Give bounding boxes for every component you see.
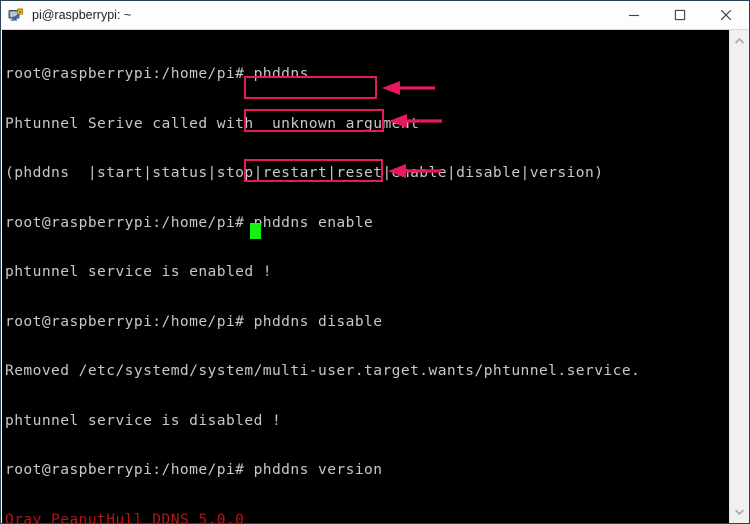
putty-window: pi@raspberrypi: ~ root@raspberrypi:/home… [0, 0, 750, 524]
maximize-button[interactable] [657, 1, 703, 29]
maximize-icon [674, 9, 686, 21]
terminal-line: phtunnel service is enabled ! [5, 263, 272, 280]
title-bar[interactable]: pi@raspberrypi: ~ [1, 1, 749, 30]
terminal-line: root@raspberrypi:/home/pi# phddns enable [5, 213, 374, 231]
terminal-line: (phddns |start|status|stop|restart|reset… [5, 164, 604, 181]
vertical-scrollbar[interactable] [729, 30, 749, 523]
window-title: pi@raspberrypi: ~ [32, 8, 132, 22]
minimize-button[interactable] [611, 1, 657, 29]
putty-icon [8, 7, 26, 25]
chevron-up-icon [734, 32, 745, 50]
minimize-icon [628, 9, 640, 21]
terminal-line: root@raspberrypi:/home/pi# phddns versio… [5, 461, 383, 478]
terminal-line-version: Oray PeanutHull DDNS 5.0.0 [5, 510, 245, 523]
terminal-line: root@raspberrypi:/home/pi# phddns disabl… [5, 312, 383, 330]
terminal-cursor [250, 223, 261, 239]
terminal-line: root@raspberrypi:/home/pi# phddns [5, 65, 309, 82]
terminal-line: Phtunnel Serive called with unknown argu… [5, 114, 420, 132]
terminal-line: Removed /etc/systemd/system/multi-user.t… [5, 362, 641, 379]
scroll-up-button[interactable] [730, 32, 749, 50]
terminal-output: root@raspberrypi:/home/pi# phddns Phtunn… [5, 33, 640, 523]
close-icon [720, 9, 732, 21]
terminal-line: phtunnel service is disabled ! [5, 411, 282, 429]
terminal-screen[interactable]: root@raspberrypi:/home/pi# phddns Phtunn… [2, 30, 729, 523]
scroll-down-button[interactable] [730, 503, 749, 521]
chevron-down-icon [734, 503, 745, 521]
close-button[interactable] [703, 1, 749, 29]
